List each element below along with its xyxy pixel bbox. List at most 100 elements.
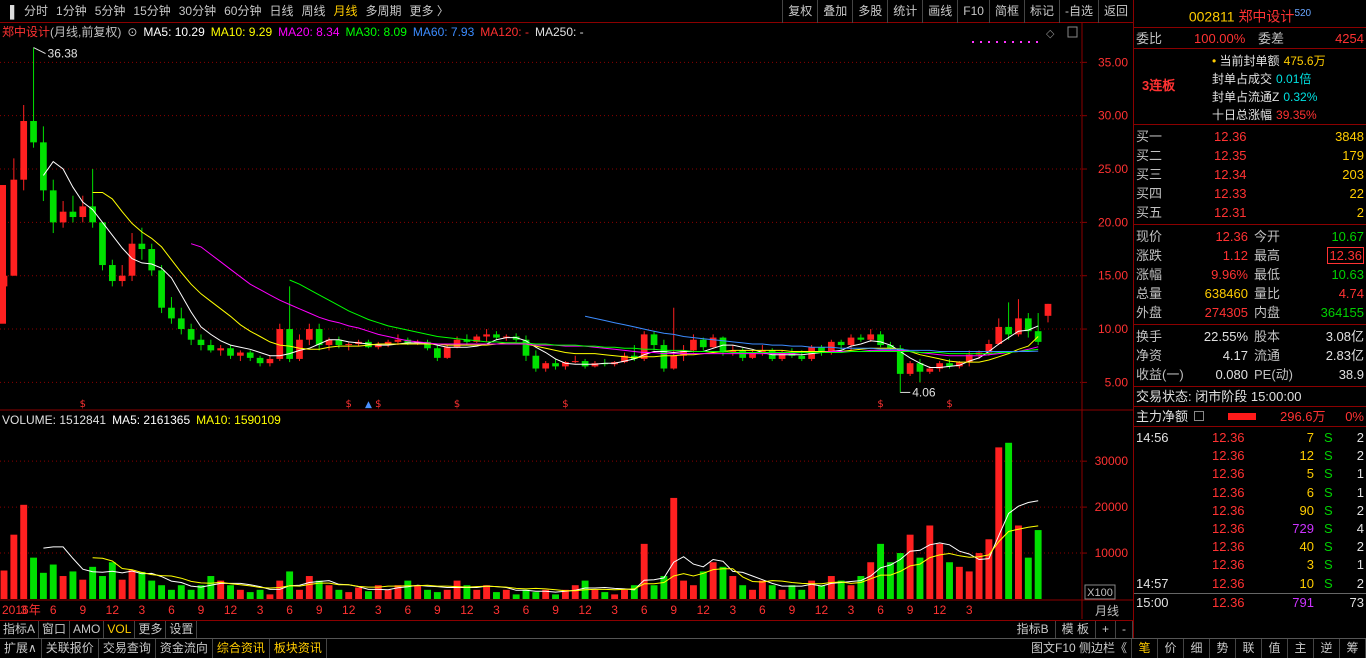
- side-tab[interactable]: 逆: [1314, 639, 1340, 658]
- period-tab[interactable]: 更多 〉: [406, 0, 453, 23]
- tool-button[interactable]: 多股: [852, 0, 887, 23]
- bottom-tab[interactable]: 资金流向: [156, 639, 213, 658]
- side-tab[interactable]: 细: [1184, 639, 1210, 658]
- x-tick-label: 6: [286, 603, 293, 617]
- kline-chart-svg[interactable]: 35.00 30.00 25.00 20.00 15.00 10.00 5.00 30000 2…: [0, 23, 1133, 619]
- x-tick-label: 3: [375, 603, 382, 617]
- weicha-value: 4254: [1335, 31, 1364, 46]
- marker-dot: [988, 41, 990, 43]
- indicator-tab[interactable]: 指标A: [0, 621, 40, 638]
- bid-row[interactable]: 买五 12.31 2: [1134, 203, 1366, 222]
- event-marker-icon: $: [877, 399, 883, 410]
- period-tab[interactable]: 60分钟: [220, 0, 265, 23]
- ma-legend-item: MA250: -: [534, 25, 584, 39]
- ma-legend-item: MA20: 8.34: [278, 25, 340, 39]
- volume-bar: [424, 589, 431, 599]
- tool-button[interactable]: 简框: [988, 0, 1024, 23]
- menu-icon[interactable]: ▐: [0, 2, 20, 22]
- period-tab[interactable]: 15分钟: [129, 0, 174, 23]
- order-ratio-row: 委比 100.00% 委差 4254: [1134, 28, 1366, 49]
- stat-value: 638460: [1204, 286, 1248, 301]
- side-tab[interactable]: 势: [1210, 639, 1236, 658]
- volume-bar: [946, 562, 953, 599]
- stock-name: 郑中设计: [1238, 8, 1295, 25]
- volume-bar: [719, 566, 727, 599]
- bid-level-label: 买二: [1136, 148, 1163, 163]
- stat-label: 今开: [1254, 229, 1281, 244]
- period-tab[interactable]: 1分钟: [52, 0, 91, 23]
- tick-volume: 40: [1299, 539, 1314, 555]
- bid-row[interactable]: 买二 12.35 179: [1134, 146, 1366, 165]
- side-tab[interactable]: 价: [1158, 639, 1184, 658]
- x-tick-label: 12: [697, 603, 711, 617]
- bid-row[interactable]: 买一 12.36 3848: [1134, 127, 1366, 146]
- volume-bar: [680, 580, 688, 599]
- tool-button[interactable]: 统计: [887, 0, 922, 23]
- period-tab[interactable]: 5分钟: [91, 0, 130, 23]
- side-tab[interactable]: 笔: [1132, 639, 1158, 658]
- candle-body: [158, 270, 165, 308]
- tick-side: S: [1324, 502, 1333, 518]
- period-tab[interactable]: 日线: [265, 0, 297, 23]
- tool-button[interactable]: 复权: [782, 0, 817, 23]
- bottom-tab[interactable]: 关联报价: [42, 639, 99, 658]
- period-tab[interactable]: 月线: [330, 0, 362, 23]
- tick-list[interactable]: 14:56 12.36 7 S 2 12.36 12 S 2 12.36 5 S 1 12.36 6 S 1 12…: [1134, 427, 1366, 611]
- side-tab[interactable]: 联: [1236, 639, 1262, 658]
- volume-tick-label: 20000: [1095, 500, 1129, 514]
- tool-button[interactable]: 叠加: [817, 0, 852, 23]
- tool-button[interactable]: -自选: [1058, 0, 1098, 23]
- indicator-right-tab[interactable]: -: [1116, 621, 1133, 638]
- bottom-tab[interactable]: 综合资讯: [213, 639, 270, 658]
- x-tick-label: 6: [759, 603, 766, 617]
- kline-chart-area[interactable]: 35.00 30.00 25.00 20.00 15.00 10.00 5.00 30000 2…: [0, 23, 1133, 619]
- indicator-tab[interactable]: 窗口: [39, 621, 71, 638]
- candle-body: [847, 337, 855, 346]
- tool-button[interactable]: 返回: [1097, 0, 1133, 23]
- bid-row[interactable]: 买三 12.34 203: [1134, 165, 1366, 184]
- candle-body: [877, 334, 884, 346]
- indicator-tab[interactable]: AMO: [70, 621, 105, 638]
- tool-button[interactable]: 标记: [1023, 0, 1059, 23]
- bottom-tab[interactable]: 交易查询: [99, 639, 156, 658]
- tick-count: 2: [1356, 502, 1364, 518]
- marker-dot: [1028, 41, 1030, 43]
- period-tab[interactable]: 分时: [20, 0, 52, 23]
- bid-row[interactable]: 买四 12.33 22: [1134, 184, 1366, 203]
- candle-body: [1015, 318, 1022, 335]
- main-flow-box-icon[interactable]: [1194, 411, 1204, 421]
- indicator-tab[interactable]: VOL: [104, 621, 136, 638]
- indicator-right-tab[interactable]: 模 板: [1056, 621, 1096, 638]
- side-tab[interactable]: 值: [1262, 639, 1288, 658]
- tool-button[interactable]: F10: [957, 0, 989, 23]
- period-tab[interactable]: 30分钟: [175, 0, 220, 23]
- indicator-tab[interactable]: 设置: [166, 621, 198, 638]
- seal-stat-label: 封单占成交: [1212, 72, 1273, 86]
- stat-value: 10.63: [1331, 267, 1364, 282]
- side-tab[interactable]: 主: [1288, 639, 1314, 658]
- period-tab[interactable]: 周线: [297, 0, 329, 23]
- indicator-right-tab[interactable]: +: [1096, 621, 1116, 638]
- tick-price: 12.36: [1212, 594, 1245, 610]
- x-tick-label: 9: [907, 603, 914, 617]
- bid-price: 12.31: [1214, 205, 1247, 220]
- volume-bar: [709, 562, 717, 599]
- event-marker-icon: $: [375, 399, 381, 410]
- bottom-tab[interactable]: 扩展∧: [0, 639, 42, 658]
- bid-level-label: 买四: [1136, 186, 1163, 201]
- bottom-tab[interactable]: 板块资讯: [270, 639, 327, 658]
- seal-stat-row: 封单占成交 0.01倍: [1212, 70, 1311, 87]
- indicator-tab[interactable]: 更多: [135, 621, 167, 638]
- price-legend: 郑中设计 (月线,前复权) ⊙ MA5: 10.29 MA10: 9.29 MA20…: [2, 23, 584, 41]
- candle-body: [906, 363, 914, 374]
- stat-label: 收益(一): [1136, 367, 1184, 382]
- volume-bar: [345, 592, 353, 599]
- stat-label: 最低: [1254, 267, 1281, 282]
- dropdown-circle-icon[interactable]: ⊙: [127, 23, 137, 41]
- side-tab[interactable]: 筹: [1340, 639, 1366, 658]
- tool-button[interactable]: 画线: [922, 0, 957, 23]
- period-tab[interactable]: 多周期: [362, 0, 406, 23]
- side-panel-toggle[interactable]: 图文F10 侧边栏《: [1027, 639, 1132, 658]
- marker-dot: [1004, 41, 1006, 43]
- indicator-right-tab[interactable]: 指标B: [1011, 621, 1056, 638]
